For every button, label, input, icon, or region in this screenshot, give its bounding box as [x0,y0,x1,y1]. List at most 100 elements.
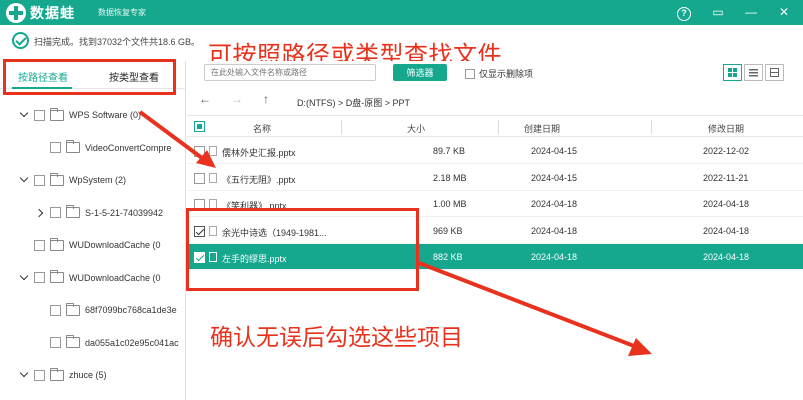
tree-item-checkbox[interactable] [34,272,45,283]
detail-view-button[interactable] [765,64,784,81]
filter-button[interactable]: 筛选器 [393,64,447,81]
chevron-right-icon[interactable] [36,208,46,218]
table-header: 名称 大小 创建日期 修改日期 [187,115,803,137]
tree-item-label: zhuce (5) [69,370,107,380]
tree-item[interactable]: da055a1c02e95c041ac [36,335,179,351]
tree-item-checkbox[interactable] [50,304,61,316]
file-modified-date: 2024-04-18 [703,225,750,236]
tree-item[interactable]: WPS Software (0) [20,107,141,123]
file-modified-date: 2022-11-21 [703,172,749,183]
only-deleted-label: 仅显示删除项 [479,69,534,79]
folder-icon [50,367,64,381]
table-row[interactable]: 《五行无阻》.pptx 2.18 MB 2024-04-15 2022-11-21 [187,165,803,191]
navigation-bar: ← → ↑ D:(NTFS) > D盘-原图 > PPT [187,88,803,112]
restore-icon[interactable]: ▭ [708,3,728,21]
tree-item[interactable]: WUDownloadCache (0 [20,237,161,253]
file-modified-date: 2024-04-18 [703,252,750,262]
folder-icon [50,172,64,186]
breadcrumb: D:(NTFS) > D盘-原图 > PPT [297,98,411,108]
file-size: 2.18 MB [433,172,467,183]
tree-item[interactable]: zhuce (5) [20,367,107,383]
forward-icon[interactable]: → [231,92,243,106]
chevron-down-icon[interactable] [20,110,30,120]
file-size: 1.00 MB [433,199,467,209]
list-icon [749,69,758,77]
close-icon[interactable]: ✕ [774,3,794,21]
tree-item-checkbox[interactable] [50,337,61,348]
tree-item-label: WUDownloadCache (0 [69,240,161,250]
help-icon[interactable]: ? [674,3,694,21]
tree-item-checkbox[interactable] [34,174,45,186]
logo-cross-icon [6,3,26,23]
tree-item-label: WPS Software (0) [69,110,142,120]
column-created[interactable]: 创建日期 [524,122,560,135]
row-checkbox[interactable] [194,172,205,184]
title-bar: 数据蛙 数据恢复专家 ? ▭ — ✕ [0,0,803,25]
scan-complete-check-icon [12,32,29,49]
folder-icon [50,270,64,283]
up-icon[interactable]: ↑ [263,92,269,106]
annotation-box-tabs [3,59,176,95]
tree-item-label: S-1-5-21-74039942 [85,207,164,218]
tree-item-label: WUDownloadCache (0 [69,272,161,283]
file-size: 882 KB [433,252,463,262]
column-divider [651,120,652,134]
chevron-down-icon[interactable] [20,370,30,380]
file-icon [209,172,217,183]
file-created-date: 2024-04-15 [531,172,578,183]
select-all-checkbox[interactable] [194,121,205,132]
search-input[interactable] [204,64,376,81]
minimize-icon[interactable]: — [741,3,761,21]
column-size[interactable]: 大小 [407,122,425,135]
column-name[interactable]: 名称 [253,122,271,135]
file-size: 89.7 KB [433,146,466,156]
app-subtitle: 数据恢复专家 [98,8,146,17]
row-checkbox[interactable] [194,146,205,157]
detail-icon [770,68,779,77]
tree-item-checkbox[interactable] [50,207,61,218]
app-name: 数据蛙 [30,5,75,21]
folder-icon [66,205,80,218]
only-deleted-option[interactable]: 仅显示删除项 [465,67,533,80]
file-created-date: 2024-04-15 [531,146,578,156]
scan-status-text: 扫描完成。找到37032个文件共18.6 GB。 [34,37,201,47]
tree-item[interactable]: WpSystem (2) [20,172,126,188]
folder-icon [50,237,64,251]
tree-item-checkbox[interactable] [50,142,61,153]
grid-icon [728,68,737,77]
tree-item-checkbox[interactable] [34,369,45,381]
file-created-date: 2024-04-18 [531,225,578,236]
grid-view-button[interactable] [723,64,742,81]
left-panel: 按路径查看 按类型查看 WPS Software (0) VideoConvert… [0,61,186,400]
column-divider [341,120,342,134]
folder-icon [66,335,80,348]
folder-icon [66,140,80,153]
file-modified-date: 2022-12-02 [703,146,750,156]
folder-icon [66,302,80,316]
folder-icon [50,107,64,121]
back-icon[interactable]: ← [199,92,211,106]
list-view-button[interactable] [744,64,763,81]
annotation-bottom: 确认无误后勾选这些项目 [210,324,463,350]
tree-item-label: 68f7099bc768ca1de3e [85,305,177,315]
chevron-down-icon[interactable] [20,175,30,185]
table-row[interactable]: 儒林外史汇报.pptx 89.7 KB 2024-04-15 2022-12-02 [187,138,803,164]
tree-item-checkbox[interactable] [34,109,45,121]
tree-item[interactable]: 68f7099bc768ca1de3e [36,302,177,318]
column-modified[interactable]: 修改日期 [708,122,744,135]
file-name: 《五行无阻》.pptx [222,174,296,185]
tree-item-checkbox[interactable] [34,239,45,251]
annotation-box-rows [186,208,419,291]
tree-item[interactable]: WUDownloadCache (0 [20,270,161,286]
chevron-down-icon[interactable] [20,273,30,283]
file-modified-date: 2024-04-18 [703,199,750,209]
tree-item[interactable]: S-1-5-21-74039942 [36,205,163,221]
tree-item[interactable]: VideoConvertCompre [36,140,171,156]
only-deleted-checkbox[interactable] [465,68,475,79]
column-divider [498,120,499,134]
file-created-date: 2024-04-18 [531,199,578,209]
tree-item-label: WpSystem (2) [69,175,127,185]
file-icon [209,146,217,156]
